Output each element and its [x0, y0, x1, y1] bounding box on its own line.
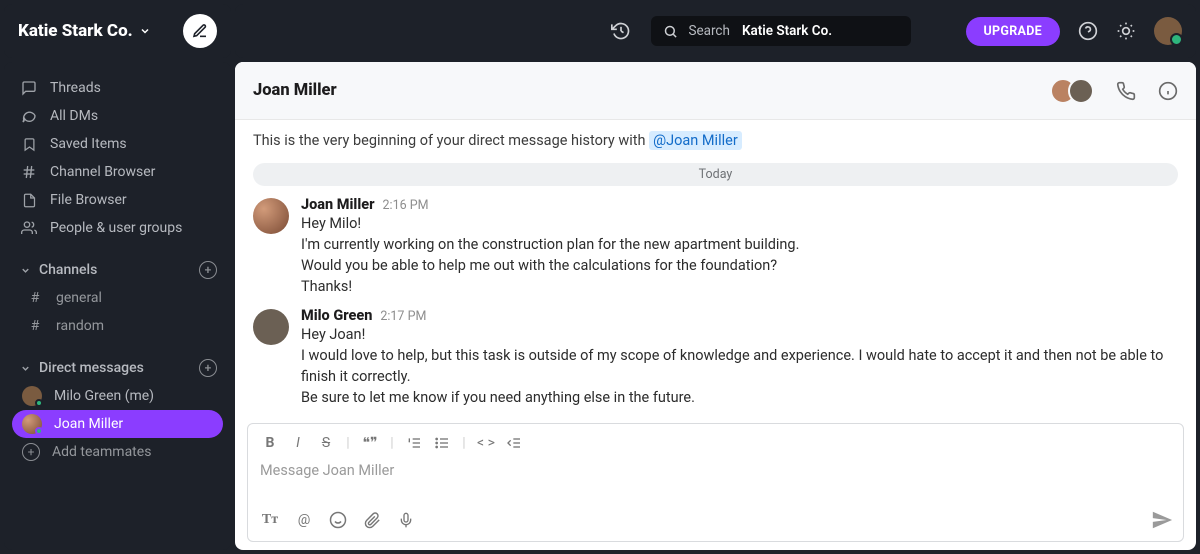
hash-icon: #	[26, 318, 44, 334]
quote-button[interactable]: ❝❞	[358, 432, 382, 454]
toolbar-separator: |	[342, 432, 354, 454]
chevron-down-icon	[20, 265, 31, 276]
nav-file-browser[interactable]: File Browser	[4, 186, 231, 214]
search-icon	[663, 24, 678, 39]
dms-icon	[20, 108, 38, 124]
channel-browser-icon	[20, 164, 38, 180]
user-avatar[interactable]	[1154, 17, 1182, 45]
hash-icon: #	[26, 290, 44, 306]
upgrade-button[interactable]: UPGRADE	[966, 17, 1060, 46]
toolbar-separator: |	[386, 432, 398, 454]
ordered-list-button[interactable]	[402, 432, 426, 454]
strike-button[interactable]: S	[314, 432, 338, 454]
italic-button[interactable]: I	[286, 432, 310, 454]
add-channel-button[interactable]: +	[199, 261, 217, 279]
nav-channel-browser[interactable]: Channel Browser	[4, 158, 231, 186]
toolbar-separator: |	[458, 432, 470, 454]
emoji-button[interactable]	[326, 509, 350, 531]
people-icon	[20, 220, 38, 236]
nav-saved[interactable]: Saved Items	[4, 130, 231, 158]
mention[interactable]: @Joan Miller	[649, 131, 742, 150]
message-author[interactable]: Joan Miller	[301, 196, 375, 213]
avatar	[1068, 78, 1094, 104]
nav-all-dms[interactable]: All DMs	[4, 102, 231, 130]
chat-body: This is the very beginning of your direc…	[235, 120, 1196, 423]
chat-title[interactable]: Joan Miller	[253, 81, 337, 100]
message-author[interactable]: Milo Green	[301, 307, 372, 324]
dm-intro: This is the very beginning of your direc…	[253, 132, 1178, 149]
conversation-panel: Joan Miller This is the very beginning o…	[235, 62, 1196, 550]
message-line: Thanks!	[301, 276, 799, 297]
dms-section-header[interactable]: Direct messages +	[4, 354, 231, 382]
add-teammates[interactable]: + Add teammates	[4, 438, 231, 466]
file-icon	[20, 193, 38, 208]
format-toggle-button[interactable]: Tт	[258, 509, 282, 531]
bullet-list-button[interactable]	[430, 432, 454, 454]
topbar: Search Katie Stark Co. UPGRADE	[235, 4, 1196, 58]
info-icon[interactable]	[1158, 81, 1178, 101]
message-line: I would love to help, but this task is o…	[301, 345, 1178, 387]
member-avatars[interactable]	[1050, 78, 1094, 104]
avatar	[22, 414, 42, 434]
message-time: 2:16 PM	[383, 198, 429, 213]
attach-button[interactable]	[360, 509, 384, 531]
chevron-down-icon	[20, 363, 31, 374]
avatar[interactable]	[253, 198, 289, 234]
send-button[interactable]	[1151, 509, 1173, 531]
sidebar: Threads All DMs Saved Items Channel Brow…	[4, 62, 231, 550]
nav-threads[interactable]: Threads	[4, 74, 231, 102]
dm-milo-green[interactable]: Milo Green (me)	[4, 382, 231, 410]
nav-people[interactable]: People & user groups	[4, 214, 231, 242]
chat-header: Joan Miller	[235, 62, 1196, 120]
message-line: Hey Joan!	[301, 324, 1178, 345]
workspace-header[interactable]: Katie Stark Co.	[4, 4, 231, 58]
add-dm-button[interactable]: +	[199, 359, 217, 377]
format-toolbar: B I S | ❝❞ | | < >	[248, 424, 1183, 458]
search-input[interactable]: Search Katie Stark Co.	[651, 16, 911, 46]
bookmark-icon	[20, 137, 38, 152]
code-button[interactable]: < >	[474, 432, 498, 454]
message-input[interactable]: Message Joan Miller	[248, 458, 1183, 505]
message-time: 2:17 PM	[380, 309, 426, 324]
mention-button[interactable]: @	[292, 509, 316, 531]
message: Milo Green 2:17 PM Hey Joan! I would lov…	[253, 307, 1178, 408]
avatar	[22, 386, 42, 406]
help-icon[interactable]	[1078, 21, 1098, 41]
codeblock-button[interactable]	[502, 432, 526, 454]
chevron-down-icon	[139, 25, 151, 37]
compose-button[interactable]	[183, 14, 217, 48]
avatar[interactable]	[253, 309, 289, 345]
call-icon[interactable]	[1116, 81, 1136, 101]
workspace-name: Katie Stark Co.	[18, 21, 133, 41]
message-line: Be sure to let me know if you need anyth…	[301, 387, 1178, 408]
history-button[interactable]	[607, 21, 635, 41]
bold-button[interactable]: B	[258, 432, 282, 454]
message-line: Would you be able to help me out with th…	[301, 255, 799, 276]
whats-new-icon[interactable]	[1116, 21, 1136, 41]
channels-section-header[interactable]: Channels +	[4, 256, 231, 284]
message-line: Hey Milo!	[301, 213, 799, 234]
date-divider: Today	[253, 163, 1178, 186]
message: Joan Miller 2:16 PM Hey Milo! I'm curren…	[253, 196, 1178, 297]
message-line: I'm currently working on the constructio…	[301, 234, 799, 255]
mic-button[interactable]	[394, 509, 418, 531]
threads-icon	[20, 80, 38, 96]
message-composer: B I S | ❝❞ | | < > Message Joan Miller	[247, 423, 1184, 542]
plus-icon: +	[22, 443, 40, 461]
dm-joan-miller[interactable]: Joan Miller	[12, 410, 223, 438]
channel-random[interactable]: # random	[4, 312, 231, 340]
channel-general[interactable]: # general	[4, 284, 231, 312]
